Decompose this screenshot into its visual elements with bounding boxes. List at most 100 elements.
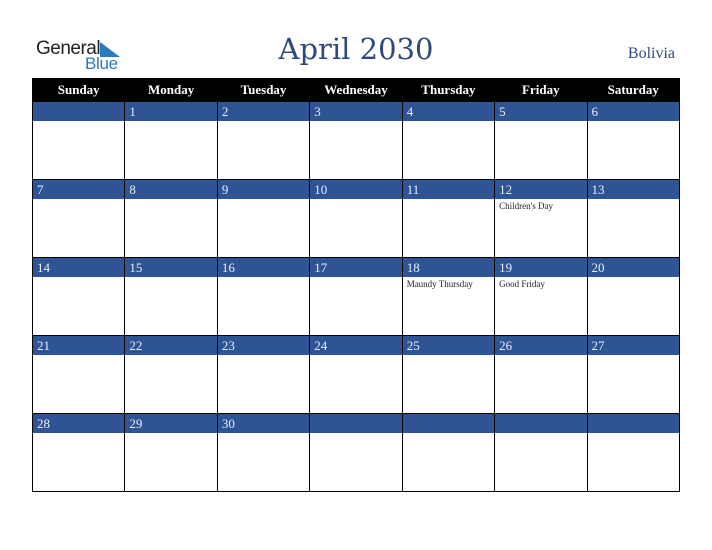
day-cell[interactable]: 1 xyxy=(124,102,218,180)
day-cell[interactable]: 19 Good Friday xyxy=(494,257,588,336)
day-number: 1 xyxy=(125,102,217,121)
day-cell[interactable]: 23 xyxy=(216,335,311,414)
day-cell[interactable]: 24 xyxy=(309,335,403,414)
day-number: 27 xyxy=(587,336,679,355)
weekday-thursday: Thursday xyxy=(401,78,496,102)
day-cell[interactable] xyxy=(494,413,588,492)
weekday-header-row: Sunday Monday Tuesday Wednesday Thursday… xyxy=(31,78,681,102)
week-row: 123456 xyxy=(31,102,681,180)
day-cell[interactable]: 8 xyxy=(124,179,218,258)
day-number: 24 xyxy=(310,336,402,355)
day-number: 15 xyxy=(125,258,217,277)
day-cell[interactable] xyxy=(401,413,496,492)
holiday-event xyxy=(310,433,401,435)
day-number: 17 xyxy=(310,258,402,277)
week-row: 28 29 30 xyxy=(31,413,681,492)
day-cell[interactable]: 30 xyxy=(216,413,311,492)
day-cell[interactable] xyxy=(586,413,681,492)
day-cell[interactable]: 5 xyxy=(494,102,588,180)
holiday-event xyxy=(403,199,494,201)
day-cell[interactable]: 26 xyxy=(494,335,588,414)
day-cell[interactable]: 22 xyxy=(124,335,218,414)
day-cell[interactable]: 10 xyxy=(309,179,403,258)
day-number: 7 xyxy=(33,180,125,199)
holiday-event xyxy=(218,121,309,123)
weekday-tuesday: Tuesday xyxy=(216,78,311,102)
day-cell[interactable] xyxy=(31,102,126,180)
day-number: 20 xyxy=(587,258,679,277)
day-cell[interactable]: 3 xyxy=(309,102,403,180)
holiday-event xyxy=(403,433,494,435)
week-row: 7 8 9 10 11 12 Children's Day 13 xyxy=(31,179,681,258)
day-number: 21 xyxy=(33,336,125,355)
holiday-event xyxy=(33,433,124,435)
day-number: 11 xyxy=(402,180,495,199)
day-number: 25 xyxy=(402,336,495,355)
weekday-monday: Monday xyxy=(124,78,218,102)
holiday-event xyxy=(218,433,309,435)
day-cell[interactable]: 18 Maundy Thursday xyxy=(401,257,496,336)
day-number: 6 xyxy=(587,102,679,121)
holiday-event xyxy=(33,277,124,279)
day-cell[interactable]: 16 xyxy=(216,257,311,336)
day-cell[interactable]: 20 xyxy=(586,257,681,336)
day-cell[interactable]: 15 xyxy=(124,257,218,336)
day-cell[interactable]: 4 xyxy=(401,102,496,180)
country-label: Bolivia xyxy=(627,45,675,62)
day-number: 26 xyxy=(495,336,587,355)
day-number xyxy=(495,414,587,433)
holiday-event xyxy=(403,121,494,123)
holiday-event xyxy=(33,121,124,123)
holiday-event xyxy=(403,355,494,357)
day-number: 23 xyxy=(217,336,310,355)
holiday-event xyxy=(495,355,586,357)
holiday-event xyxy=(588,433,679,435)
day-number: 2 xyxy=(217,102,310,121)
holiday-event xyxy=(125,121,216,123)
day-number: 8 xyxy=(125,180,217,199)
calendar-grid: Sunday Monday Tuesday Wednesday Thursday… xyxy=(31,78,681,492)
day-number: 28 xyxy=(33,414,125,433)
weekday-wednesday: Wednesday xyxy=(309,78,403,102)
holiday-event xyxy=(310,121,401,123)
holiday-event xyxy=(588,277,679,279)
day-number: 5 xyxy=(495,102,587,121)
holiday-event xyxy=(125,277,216,279)
day-cell[interactable]: 28 xyxy=(31,413,126,492)
day-cell[interactable]: 7 xyxy=(31,179,126,258)
day-cell[interactable]: 9 xyxy=(216,179,311,258)
calendar-title: April 2030 xyxy=(278,32,434,66)
day-cell[interactable]: 12 Children's Day xyxy=(494,179,588,258)
day-cell[interactable]: 17 xyxy=(309,257,403,336)
holiday-event xyxy=(125,199,216,201)
day-number xyxy=(402,414,495,433)
day-cell[interactable]: 6 xyxy=(586,102,681,180)
day-number: 29 xyxy=(125,414,217,433)
day-cell[interactable]: 21 xyxy=(31,335,126,414)
holiday-event xyxy=(588,355,679,357)
day-cell[interactable]: 2 xyxy=(216,102,311,180)
day-number: 19 xyxy=(495,258,587,277)
day-number: 10 xyxy=(310,180,402,199)
day-cell[interactable] xyxy=(309,413,403,492)
day-cell[interactable]: 29 xyxy=(124,413,218,492)
day-number: 4 xyxy=(402,102,495,121)
day-number: 9 xyxy=(217,180,310,199)
day-number: 3 xyxy=(310,102,402,121)
holiday-event xyxy=(588,199,679,201)
holiday-event xyxy=(125,355,216,357)
holiday-event xyxy=(33,355,124,357)
week-row: 21 22 23 24 25 26 27 xyxy=(31,335,681,414)
holiday-event xyxy=(495,121,586,123)
day-cell[interactable]: 11 xyxy=(401,179,496,258)
day-cell[interactable]: 14 xyxy=(31,257,126,336)
day-number: 12 xyxy=(495,180,587,199)
day-number: 14 xyxy=(33,258,125,277)
holiday-event xyxy=(218,355,309,357)
day-cell[interactable]: 27 xyxy=(586,335,681,414)
day-number: 16 xyxy=(217,258,310,277)
day-number xyxy=(310,414,402,433)
holiday-event xyxy=(310,355,401,357)
day-cell[interactable]: 13 xyxy=(586,179,681,258)
day-cell[interactable]: 25 xyxy=(401,335,496,414)
